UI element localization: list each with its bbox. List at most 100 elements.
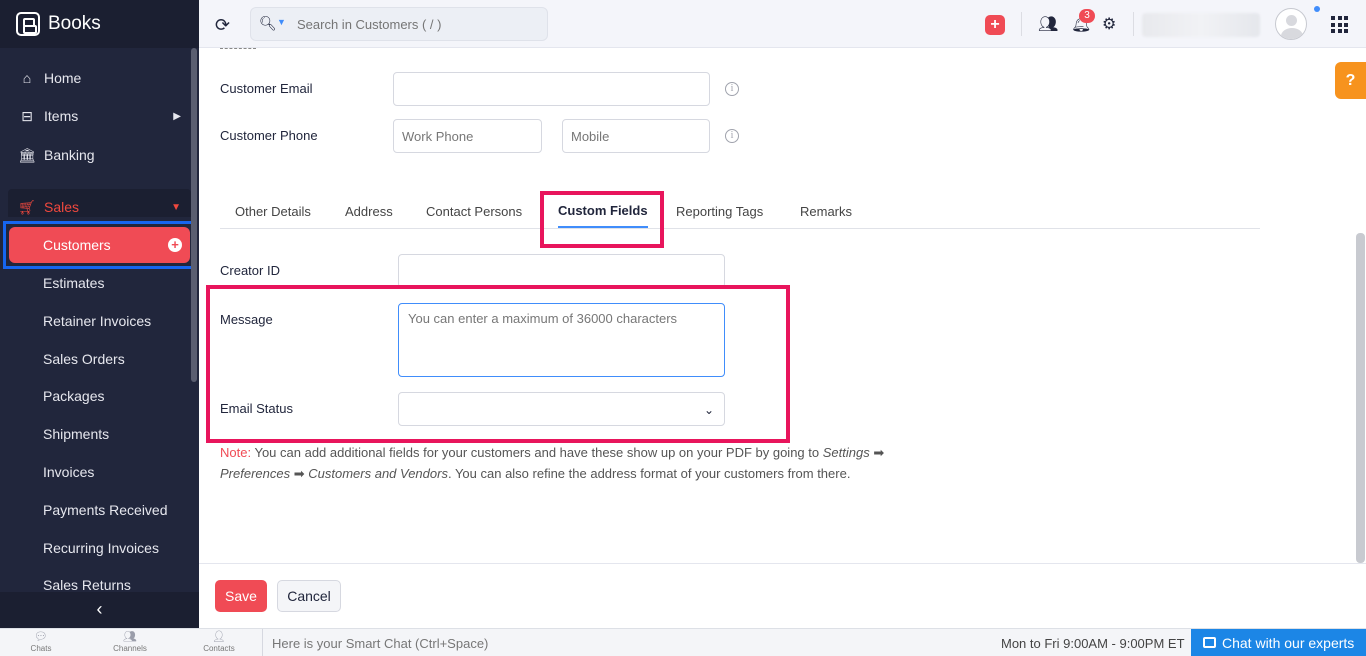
divider: [1021, 12, 1022, 36]
quick-create-button[interactable]: +: [985, 15, 1005, 35]
sidebar-item-retainer-invoices[interactable]: Retainer Invoices: [43, 313, 151, 329]
custom-fields-note: Note: You can add additional fields for …: [220, 442, 920, 484]
users-icon[interactable]: 👥︎: [1038, 14, 1058, 34]
sidebar-item-label: Items: [44, 108, 79, 124]
selection-highlight: [3, 221, 196, 269]
form-footer: Save Cancel: [199, 563, 1366, 628]
sidebar-item-items[interactable]: ⊟ Items ▶: [0, 105, 191, 127]
customer-email-label: Customer Email: [220, 81, 313, 96]
app-name: Books: [48, 13, 101, 34]
creator-id-label: Creator ID: [220, 263, 280, 278]
sidebar: Books ⌂ Home ⊟ Items ▶ 🏛︎ Banking 🛒︎ Sal…: [0, 0, 199, 628]
channels-icon: 👥︎: [123, 631, 137, 643]
tab-reporting-tags[interactable]: Reporting Tags: [676, 204, 763, 219]
books-logo-icon: [16, 12, 40, 36]
chat-icon: [1203, 637, 1216, 648]
chevron-down-icon: ⌄: [704, 403, 715, 417]
save-button[interactable]: Save: [215, 580, 267, 612]
sidebar-item-estimates[interactable]: Estimates: [43, 275, 104, 291]
customer-email-field[interactable]: [393, 72, 710, 106]
info-icon[interactable]: i: [725, 129, 739, 143]
message-field[interactable]: [398, 303, 725, 377]
note-prefix: Note:: [220, 445, 252, 460]
sidebar-item-recurring-invoices[interactable]: Recurring Invoices: [43, 540, 159, 556]
mobile-field[interactable]: [562, 119, 710, 153]
chats-button[interactable]: 💬︎ Chats: [16, 631, 66, 653]
status-dot: [1314, 6, 1320, 12]
email-status-select[interactable]: [398, 392, 725, 426]
divider: [1133, 12, 1134, 36]
smart-chat-placeholder: Here is your Smart Chat (Ctrl+Space): [272, 636, 489, 651]
sidebar-item-label: Banking: [44, 147, 95, 163]
tab-contact-persons[interactable]: Contact Persons: [426, 204, 522, 219]
search-icon: 🔍︎: [259, 15, 277, 31]
tab-address[interactable]: Address: [345, 204, 393, 219]
brand[interactable]: Books: [0, 0, 199, 48]
tab-other-details[interactable]: Other Details: [235, 204, 311, 219]
note-settings: Settings: [822, 445, 870, 460]
contacts-button[interactable]: 👤︎ Contacts: [194, 631, 244, 653]
sidebar-item-sales[interactable]: 🛒︎ Sales ▼: [8, 196, 191, 218]
sidebar-item-home[interactable]: ⌂ Home: [0, 67, 191, 89]
smart-chat-input[interactable]: Here is your Smart Chat (Ctrl+Space): [262, 629, 1002, 656]
search-input[interactable]: [297, 14, 537, 34]
note-text: You can add additional fields for your c…: [254, 445, 820, 460]
notification-badge: 3: [1079, 9, 1095, 23]
recent-history-icon[interactable]: ⟳: [215, 15, 230, 36]
bottom-bar: 💬︎ Chats 👥︎ Channels 👤︎ Contacts Here is…: [0, 628, 1366, 656]
avatar[interactable]: [1275, 8, 1307, 40]
sidebar-item-sales-orders[interactable]: Sales Orders: [43, 351, 125, 367]
cancel-button[interactable]: Cancel: [277, 580, 341, 612]
chevron-left-icon: ‹: [96, 599, 103, 619]
support-hours: Mon to Fri 9:00AM - 9:00PM ET: [1001, 636, 1185, 651]
arrow-right-icon: ➡: [293, 466, 305, 481]
bag-icon: ⊟: [21, 107, 33, 124]
chevron-down-icon[interactable]: ▼: [277, 17, 286, 27]
note-suffix: . You can also refine the address format…: [447, 466, 851, 481]
email-status-label: Email Status: [220, 401, 293, 416]
note-customers-vendors: Customers and Vendors: [308, 466, 448, 481]
sidebar-item-invoices[interactable]: Invoices: [43, 464, 94, 480]
chat-with-experts-button[interactable]: Chat with our experts: [1191, 629, 1366, 656]
tab-remarks[interactable]: Remarks: [800, 204, 852, 219]
info-icon[interactable]: i: [725, 82, 739, 96]
bank-icon: 🏛︎: [18, 146, 36, 163]
channels-button[interactable]: 👥︎ Channels: [105, 631, 155, 653]
app-grid-icon[interactable]: [1331, 16, 1348, 33]
tab-bar: Other Details Address Contact Persons Cu…: [220, 199, 1260, 229]
sidebar-item-label: Home: [44, 70, 82, 86]
organization-name-blurred[interactable]: [1142, 13, 1260, 37]
content-scrollbar[interactable]: [1356, 233, 1365, 563]
sidebar-item-shipments[interactable]: Shipments: [43, 426, 109, 442]
customer-phone-label: Customer Phone: [220, 128, 318, 143]
contact-icon: 👤︎: [212, 631, 226, 643]
arrow-right-icon: ➡: [873, 445, 885, 460]
help-button[interactable]: ?: [1335, 62, 1366, 99]
note-preferences: Preferences: [220, 466, 291, 481]
cart-icon: 🛒︎: [18, 198, 36, 215]
creator-id-field[interactable]: [398, 254, 725, 288]
sidebar-item-label: Sales: [44, 199, 80, 215]
contacts-label: Contacts: [203, 644, 235, 653]
chats-label: Chats: [30, 644, 52, 653]
sidebar-item-payments-received[interactable]: Payments Received: [43, 502, 168, 518]
home-icon: ⌂: [22, 70, 32, 86]
channels-label: Channels: [113, 644, 147, 653]
search-bar[interactable]: 🔍︎ ▼: [250, 7, 548, 41]
caret-down-icon: ▼: [171, 201, 181, 213]
divider: [220, 48, 256, 49]
chat-bubble-icon: 💬︎: [34, 631, 48, 643]
collapse-sidebar-button[interactable]: ‹: [0, 592, 199, 628]
sidebar-item-banking[interactable]: 🏛︎ Banking: [0, 144, 191, 166]
main-content: Customer Email i Customer Phone i Other …: [199, 48, 1366, 563]
chat-button-label: Chat with our experts: [1222, 635, 1355, 651]
sidebar-item-packages[interactable]: Packages: [43, 388, 104, 404]
sidebar-scrollbar[interactable]: [191, 48, 197, 382]
message-label: Message: [220, 312, 273, 327]
topbar: ⟳ 🔍︎ ▼ + 👥︎ 🔔︎ 3 ⚙: [199, 0, 1366, 48]
sidebar-item-sales-returns[interactable]: Sales Returns: [43, 577, 131, 593]
gear-icon[interactable]: ⚙: [1102, 14, 1116, 34]
annotation-highlight-tab: [540, 191, 664, 248]
caret-right-icon: ▶: [173, 110, 181, 122]
work-phone-field[interactable]: [393, 119, 542, 153]
